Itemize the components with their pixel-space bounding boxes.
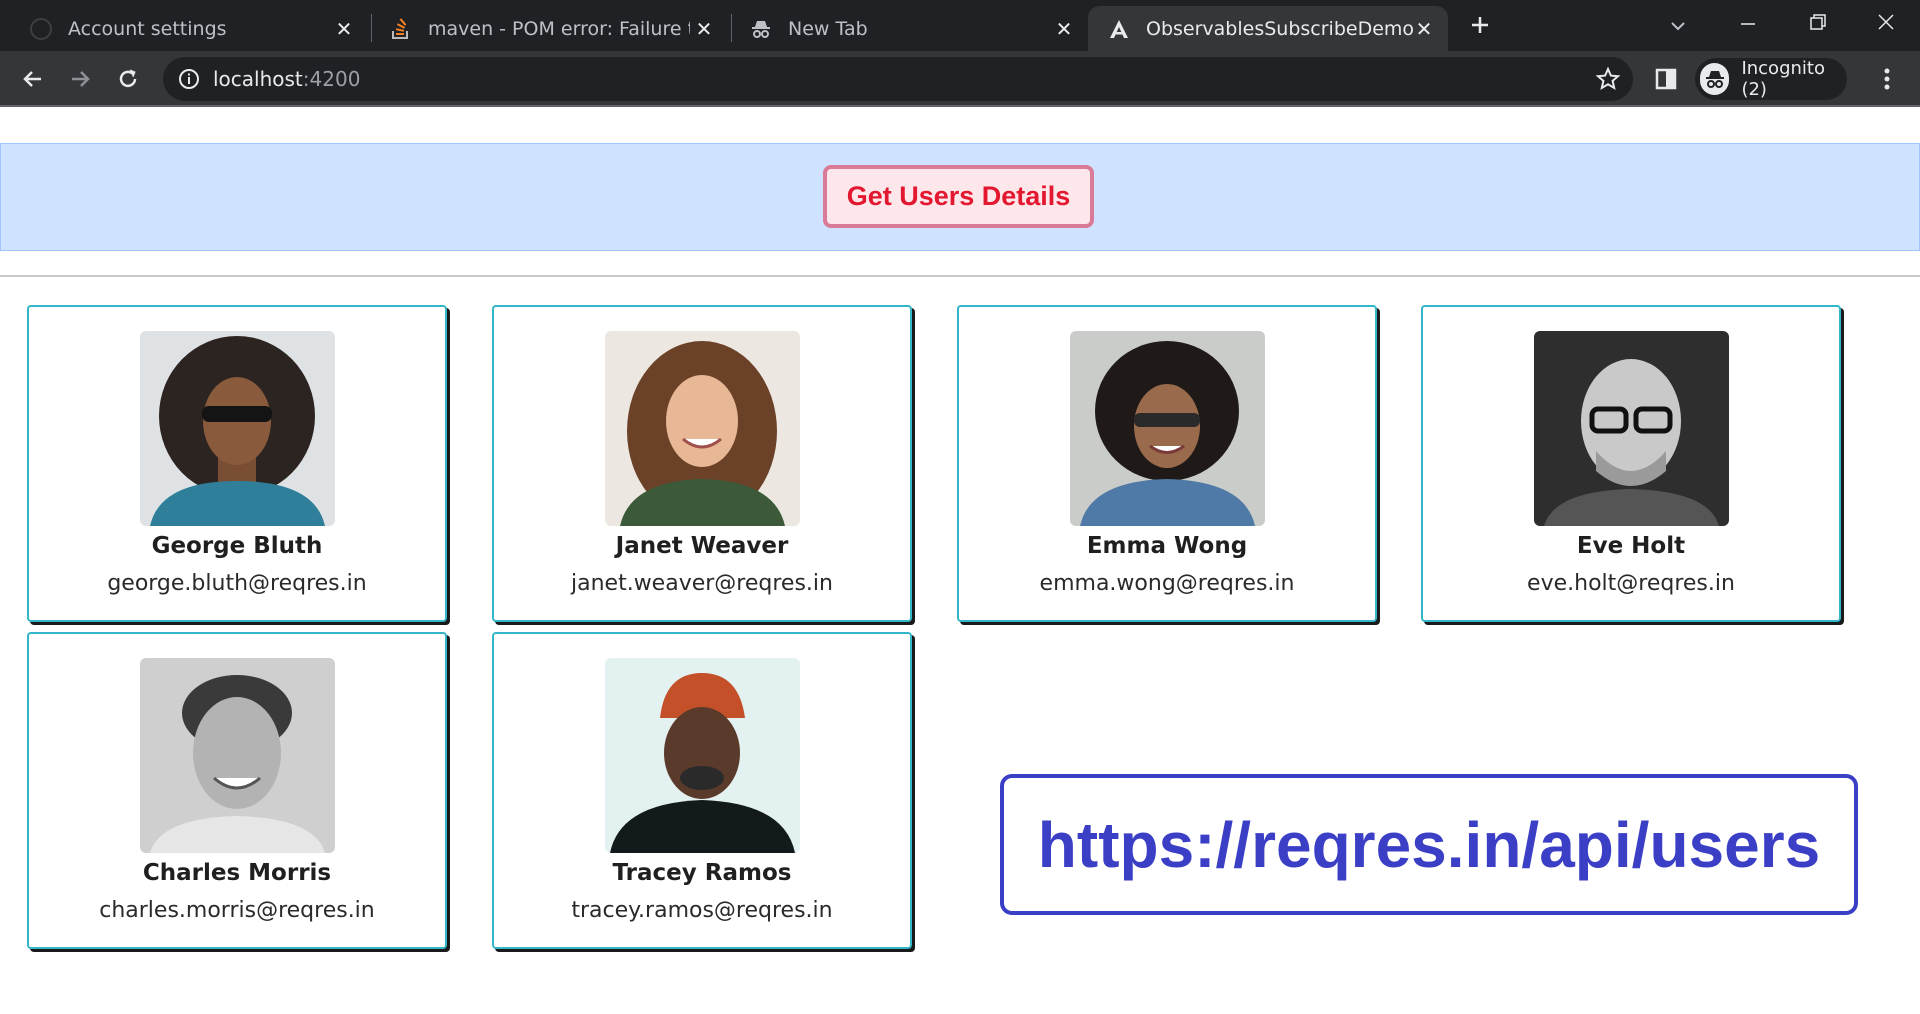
user-card: George Bluth george.bluth@reqres.in xyxy=(27,305,447,622)
toolbar-bottom-border xyxy=(0,105,1920,107)
tab-observables-subscribe-demo[interactable]: ObservablesSubscribeDemo ✕ xyxy=(1088,6,1448,51)
close-icon[interactable]: ✕ xyxy=(1412,17,1436,41)
close-icon[interactable]: ✕ xyxy=(332,17,356,41)
user-avatar-photo xyxy=(605,658,800,853)
user-name: George Bluth xyxy=(151,533,323,559)
user-email: eve.holt@reqres.in xyxy=(1527,571,1735,596)
user-avatar-photo xyxy=(140,331,335,526)
browser-toolbar: localhost:4200 Incognito (2) xyxy=(0,51,1920,107)
tab-search-chevron-down-icon[interactable] xyxy=(1666,14,1690,38)
incognito-avatar-icon xyxy=(1700,63,1730,95)
minimize-icon[interactable] xyxy=(1736,12,1760,36)
github-icon xyxy=(30,17,52,40)
user-avatar-photo xyxy=(1070,331,1265,526)
forward-arrow-icon[interactable] xyxy=(62,61,98,97)
url-host: localhost xyxy=(213,67,303,91)
user-name: Eve Holt xyxy=(1576,533,1686,559)
user-email: emma.wong@reqres.in xyxy=(1039,571,1295,596)
address-url[interactable]: localhost:4200 xyxy=(213,57,360,101)
tab-account-settings[interactable]: Account settings ✕ xyxy=(30,6,356,51)
user-name: Emma Wong xyxy=(1086,533,1248,559)
tab-title: ObservablesSubscribeDemo xyxy=(1146,17,1415,40)
restore-icon[interactable] xyxy=(1806,10,1830,34)
user-name: Janet Weaver xyxy=(615,533,789,559)
close-icon[interactable]: ✕ xyxy=(692,17,716,41)
info-icon[interactable] xyxy=(177,67,201,91)
tab-title: maven - POM error: Failure to fin xyxy=(428,17,690,40)
address-bar[interactable]: localhost:4200 xyxy=(163,57,1633,101)
user-email: janet.weaver@reqres.in xyxy=(571,571,833,596)
api-url-text: https://reqres.in/api/users xyxy=(1037,808,1821,881)
incognito-icon xyxy=(750,18,772,40)
user-avatar-photo xyxy=(605,331,800,526)
user-card: Janet Weaver janet.weaver@reqres.in xyxy=(492,305,912,622)
user-name: Tracey Ramos xyxy=(612,860,792,886)
user-name: Charles Morris xyxy=(142,860,332,886)
user-avatar-photo xyxy=(1534,331,1729,526)
user-email: tracey.ramos@reqres.in xyxy=(571,898,833,923)
reload-icon[interactable] xyxy=(110,61,146,97)
user-card: Eve Holt eve.holt@reqres.in xyxy=(1421,305,1841,622)
user-card: Emma Wong emma.wong@reqres.in xyxy=(957,305,1377,622)
menu-kebab-icon[interactable] xyxy=(1875,65,1899,93)
tab-title: New Tab xyxy=(788,17,868,40)
tab-maven-pom-error[interactable]: maven - POM error: Failure to fin ✕ xyxy=(390,6,716,51)
close-icon[interactable]: ✕ xyxy=(1052,17,1076,41)
new-tab-plus-icon[interactable] xyxy=(1467,12,1493,38)
profile-label: Incognito (2) xyxy=(1741,58,1825,100)
stackoverflow-icon xyxy=(390,17,412,40)
angular-icon xyxy=(1108,18,1130,40)
profile-chip[interactable]: Incognito (2) xyxy=(1695,58,1847,100)
tab-separator xyxy=(731,14,732,42)
url-port: :4200 xyxy=(302,67,361,91)
back-arrow-icon[interactable] xyxy=(15,61,51,97)
user-avatar-photo xyxy=(140,658,335,853)
user-email: charles.morris@reqres.in xyxy=(99,898,375,923)
bookmark-star-icon[interactable] xyxy=(1595,66,1621,92)
window-close-icon[interactable] xyxy=(1874,10,1898,34)
tab-separator xyxy=(371,14,372,42)
side-panel-icon[interactable] xyxy=(1654,67,1678,91)
api-url-box: https://reqres.in/api/users xyxy=(1000,774,1858,915)
user-card: Tracey Ramos tracey.ramos@reqres.in xyxy=(492,632,912,949)
user-card: Charles Morris charles.morris@reqres.in xyxy=(27,632,447,949)
tab-new-tab[interactable]: New Tab ✕ xyxy=(750,6,1076,51)
get-users-details-button[interactable]: Get Users Details xyxy=(823,165,1094,228)
horizontal-rule xyxy=(0,275,1920,277)
tab-strip: Account settings ✕ maven - POM error: Fa… xyxy=(0,0,1920,51)
user-email: george.bluth@reqres.in xyxy=(107,571,367,596)
tab-title: Account settings xyxy=(68,17,227,40)
